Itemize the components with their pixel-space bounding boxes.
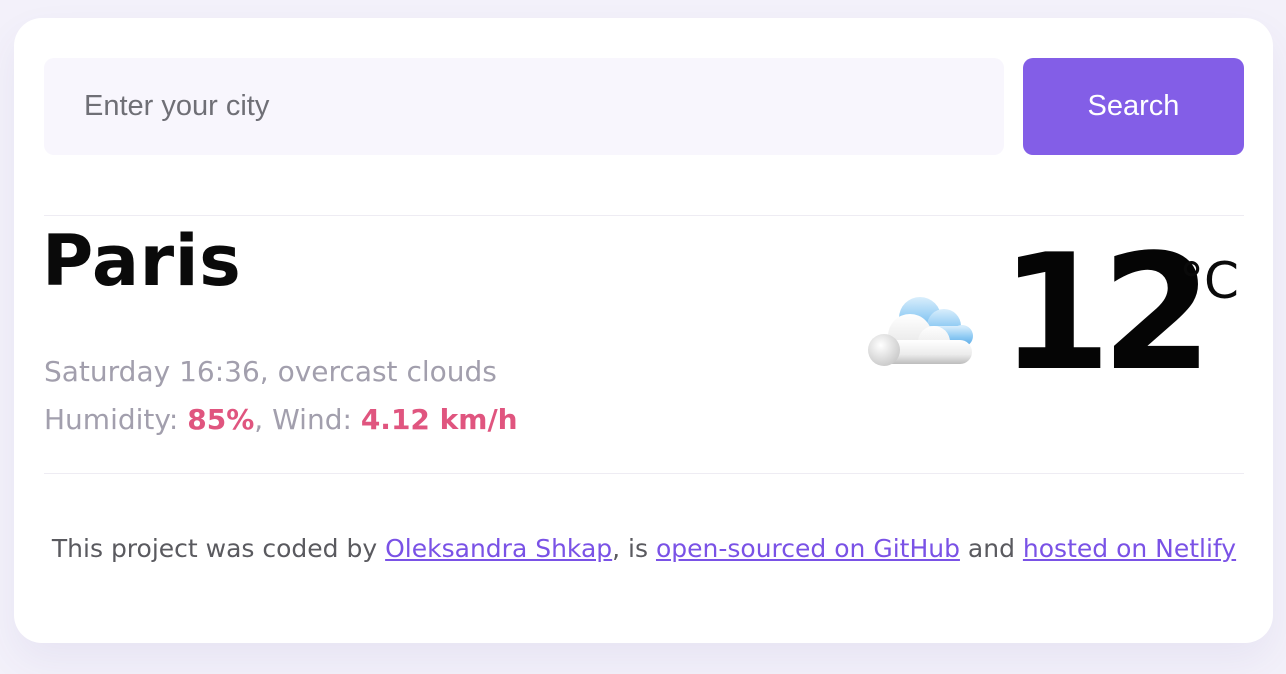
- wind-value: 4.12 km/h: [360, 403, 518, 436]
- wind-label: Wind:: [272, 403, 352, 436]
- date-description-line: Saturday 16:36, overcast clouds: [44, 355, 497, 388]
- author-link[interactable]: Oleksandra Shkap: [385, 534, 612, 563]
- humidity-wind-line: Humidity: 85%, Wind: 4.12 km/h: [44, 403, 518, 436]
- city-name: Paris: [42, 220, 242, 302]
- divider-bottom: [44, 473, 1244, 474]
- netlify-link[interactable]: hosted on Netlify: [1023, 534, 1236, 563]
- divider-top: [44, 215, 1244, 216]
- github-link[interactable]: open-sourced on GitHub: [656, 534, 960, 563]
- search-form: Search: [44, 58, 1244, 155]
- weather-description: overcast clouds: [277, 355, 497, 388]
- temperature-unit: °C: [1179, 252, 1239, 310]
- search-button[interactable]: Search: [1023, 58, 1244, 155]
- temperature-value: 12: [1000, 219, 1213, 406]
- footer: This project was coded by Oleksandra Shk…: [44, 532, 1244, 566]
- humidity-label: Humidity:: [44, 403, 179, 436]
- weather-details: Saturday 16:36, overcast clouds Humidity…: [44, 348, 518, 444]
- footer-text-and: and: [967, 534, 1015, 563]
- humidity-value: 85%: [187, 403, 255, 436]
- cloud-icon: [868, 297, 973, 366]
- weather-app-card: Search Paris Saturday 16:36, overcast cl…: [14, 18, 1273, 643]
- footer-text-is: , is: [612, 534, 649, 563]
- footer-text-coded-by: This project was coded by: [51, 534, 378, 563]
- city-search-input[interactable]: [44, 58, 1004, 155]
- date-time: Saturday 16:36: [44, 355, 260, 388]
